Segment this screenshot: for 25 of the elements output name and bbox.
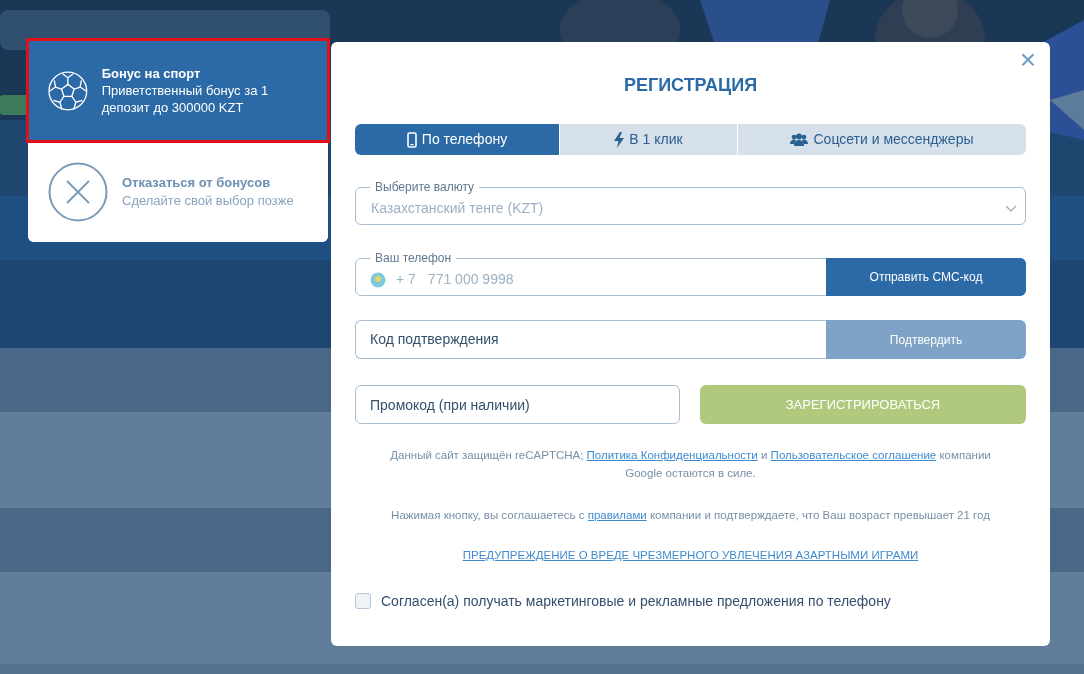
tab[interactable]: В 1 клик (560, 124, 737, 155)
marketing-consent-label: Согласен(а) получать маркетинговые и рекламные предложения по телефону (381, 591, 891, 611)
gambling-warning-link[interactable]: ПРЕДУПРЕЖДЕНИЕ О ВРЕДЕ ЧРЕЗМЕРНОГО УВЛЕЧЕНИЯ АЗАРТНЫМИ ИГРАМИ (462, 549, 919, 562)
captcha-notice: Данный сайт защищён reCAPTCHA; Политика Конфиденциальности и Пользовательское соглашение компании Google остаются в силе. (389, 448, 992, 482)
lightning-icon (614, 131, 625, 148)
chevron-down-icon (1005, 204, 1017, 213)
close-circle-icon (48, 161, 108, 222)
users-icon (790, 133, 809, 146)
promo-code-field[interactable]: Промокод (при наличии) (355, 385, 680, 424)
phone-prefix: + 7 (396, 270, 416, 289)
marketing-checkbox[interactable] (355, 593, 371, 610)
bonus-option[interactable]: Бонус на спорт Приветственный бонус за 1 депозит до 300000 KZT (28, 40, 328, 141)
policy-link[interactable]: Политика Конфиденциальности (586, 449, 758, 461)
tab[interactable]: По телефону (355, 124, 559, 155)
close-button[interactable]: × (1013, 44, 1042, 76)
send-sms-button[interactable]: Отправить СМС-код (826, 257, 1026, 296)
dialog-title: РЕГИСТРАЦИЯ (622, 74, 759, 97)
flag-icon (370, 271, 386, 288)
tab[interactable]: Соцсети и мессенджеры (738, 124, 1026, 155)
age-notice: Нажимая кнопку, вы соглашаетесь с правилами компании и подтверждаете, что Ваш возраст превышает 21 год (390, 507, 991, 523)
smartphone-icon (406, 131, 417, 148)
currency-select[interactable]: Выберите валюту Казахстанский тенге (KZT) (355, 181, 1026, 225)
phone-field[interactable]: Ваш телефон + 7 771 000 9998 Отправить СМС-код (355, 252, 1026, 296)
policy-link[interactable]: Пользовательское соглашение (770, 449, 937, 461)
rules-link[interactable]: правилами (587, 508, 647, 521)
